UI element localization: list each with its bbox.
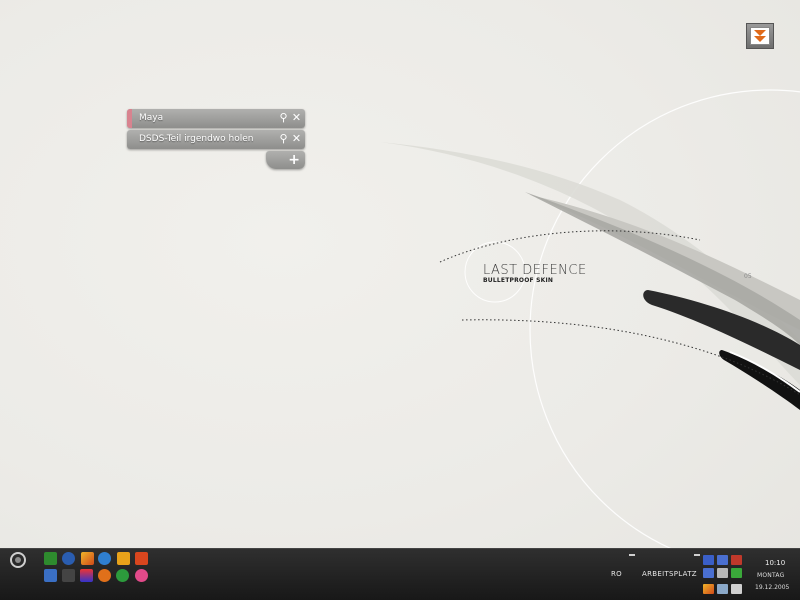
- network-icon[interactable]: [717, 555, 728, 565]
- clock-time[interactable]: 10:10: [765, 559, 785, 567]
- lightning-icon[interactable]: [703, 584, 714, 594]
- window-icon[interactable]: [44, 569, 57, 582]
- sync-icon[interactable]: [731, 584, 742, 594]
- volume-icon[interactable]: [717, 568, 728, 578]
- clock-app-icon[interactable]: [117, 552, 130, 565]
- note-text: Maya: [139, 113, 164, 123]
- mail-icon[interactable]: [135, 552, 148, 565]
- task-button-arbeitsplatz[interactable]: ARBEITSPLATZ: [642, 570, 697, 578]
- display-icon[interactable]: [717, 584, 728, 594]
- close-icon[interactable]: ✕: [290, 111, 303, 125]
- desktop-wallpaper: [380, 89, 800, 548]
- wallpaper-number: 05: [744, 273, 752, 280]
- update-icon[interactable]: [731, 568, 742, 578]
- note-item[interactable]: DSDS-Teil irgendwo holen ⚲ ✕: [127, 130, 305, 149]
- app-icon[interactable]: [135, 569, 148, 582]
- media-player-icon[interactable]: [62, 552, 75, 565]
- note-marker: [127, 109, 132, 128]
- add-note-button[interactable]: +: [266, 151, 305, 169]
- monitor-icon[interactable]: [703, 568, 714, 578]
- wallpaper-title: LAST DEFENCE: [483, 263, 587, 278]
- taskbar: RO ARBEITSPLATZ 10:10 MONTAG 19.12.2005: [0, 548, 800, 600]
- flag-icon[interactable]: [80, 569, 93, 582]
- note-text: DSDS-Teil irgendwo holen: [139, 134, 254, 144]
- search-icon[interactable]: ⚲: [277, 132, 290, 146]
- network-icon[interactable]: [731, 555, 742, 565]
- clock-date: 19.12.2005: [755, 584, 790, 591]
- tray-separator: [694, 554, 700, 556]
- corner-button-face: [750, 27, 770, 45]
- user-icon[interactable]: [62, 569, 75, 582]
- network-icon[interactable]: [703, 555, 714, 565]
- search-icon[interactable]: ⚲: [277, 111, 290, 125]
- double-chevron-down-icon: [754, 30, 766, 42]
- messenger-icon[interactable]: [116, 569, 129, 582]
- folder-icon[interactable]: [44, 552, 57, 565]
- corner-download-button[interactable]: [746, 23, 774, 49]
- taskbar-separator: [629, 554, 635, 556]
- wallpaper-subtitle: BULLETPROOF SKIN: [483, 277, 554, 284]
- firefox-icon[interactable]: [98, 569, 111, 582]
- internet-explorer-icon[interactable]: [98, 552, 111, 565]
- clock-day: MONTAG: [757, 572, 785, 579]
- lightning-icon[interactable]: [81, 552, 94, 565]
- task-button-ro[interactable]: RO: [611, 570, 622, 578]
- note-item[interactable]: Maya ⚲ ✕: [127, 109, 305, 128]
- start-button[interactable]: [10, 552, 26, 568]
- close-icon[interactable]: ✕: [290, 132, 303, 146]
